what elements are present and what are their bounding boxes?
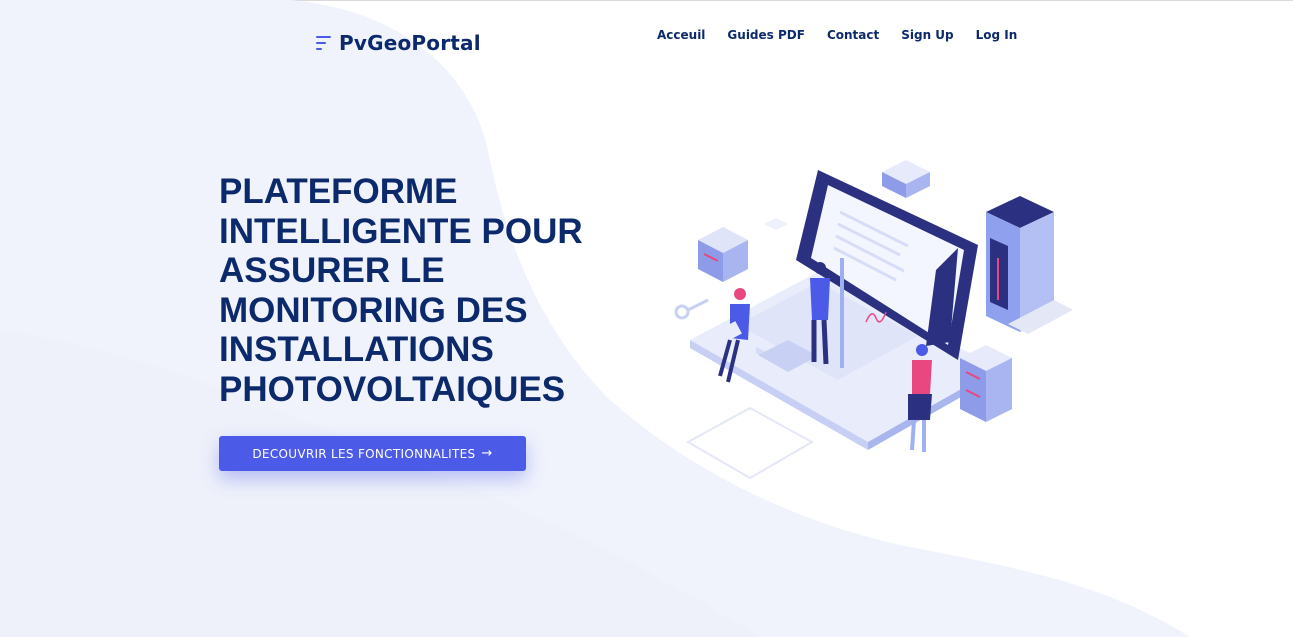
nav-link-log-in[interactable]: Log In <box>976 28 1018 42</box>
isometric-laptop-team-illustration <box>674 160 1073 480</box>
nav-link-acceuil[interactable]: Acceuil <box>657 28 705 42</box>
stacked-lines-logo-icon <box>316 33 334 53</box>
cta-label: DECOUVRIR LES FONCTIONNALITES <box>252 446 476 461</box>
logo[interactable]: PvGeoPortal <box>316 31 481 55</box>
nav-menu: Acceuil Guides PDF Contact Sign Up Log I… <box>657 28 1039 42</box>
discover-features-button[interactable]: DECOUVRIR LES FONCTIONNALITES → <box>219 436 526 471</box>
background-wave <box>0 0 1190 637</box>
navbar: PvGeoPortal Acceuil Guides PDF Contact S… <box>0 0 1293 80</box>
nav-link-guides-pdf[interactable]: Guides PDF <box>727 28 805 42</box>
arrow-right-icon: → <box>481 446 493 461</box>
hero-title: PLATEFORME INTELLIGENTE POUR ASSURER LE … <box>219 172 583 409</box>
nav-link-sign-up[interactable]: Sign Up <box>901 28 953 42</box>
nav-link-contact[interactable]: Contact <box>827 28 879 42</box>
brand-name: PvGeoPortal <box>339 31 481 55</box>
